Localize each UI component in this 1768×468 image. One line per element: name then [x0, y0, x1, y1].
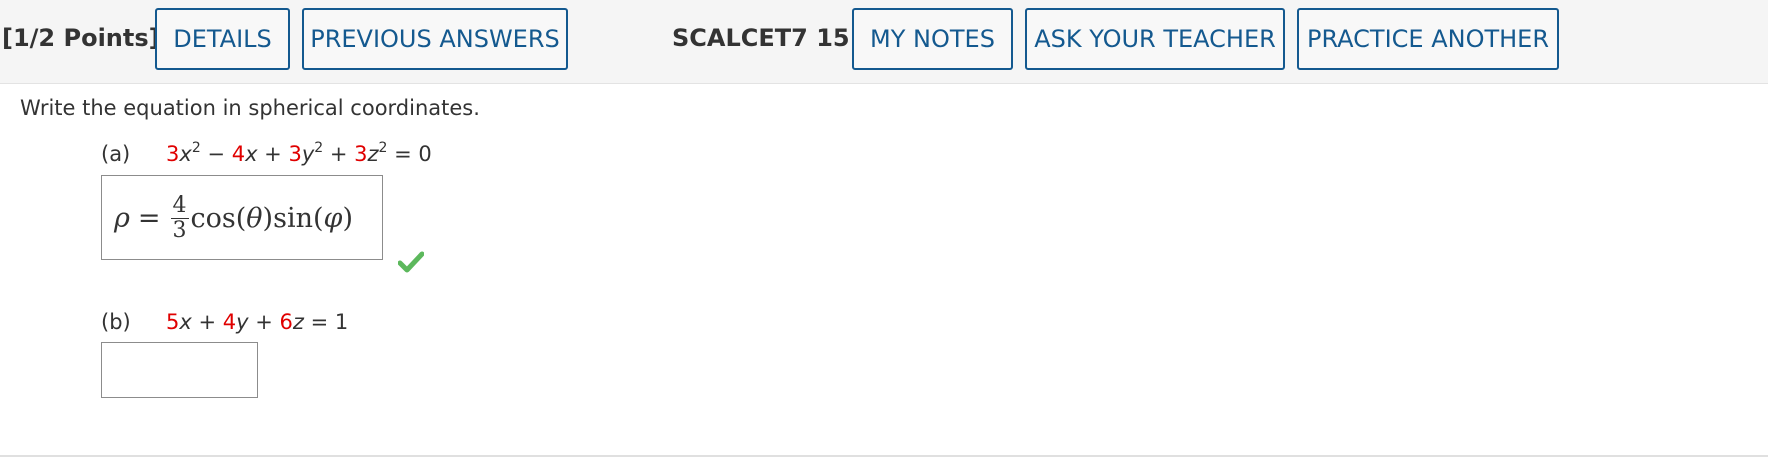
- checkmark-icon: [398, 251, 424, 273]
- part-a-answer-field[interactable]: ρ = 43 cos(θ) sin(φ): [101, 175, 383, 260]
- divider: [0, 455, 1768, 457]
- part-b-answer-field[interactable]: [101, 342, 258, 398]
- question-header: [1/2 Points] DETAILS PREVIOUS ANSWERS SC…: [0, 0, 1768, 84]
- details-button[interactable]: DETAILS: [155, 8, 290, 70]
- part-a-label: (a): [101, 142, 131, 166]
- ask-your-teacher-button[interactable]: ASK YOUR TEACHER: [1025, 8, 1285, 70]
- previous-answers-button[interactable]: PREVIOUS ANSWERS: [302, 8, 568, 70]
- part-a-answer-math: ρ = 43 cos(θ) sin(φ): [114, 192, 353, 243]
- question-instruction: Write the equation in spherical coordina…: [20, 96, 480, 120]
- fraction: 43: [170, 192, 189, 243]
- points-label: [1/2 Points]: [2, 24, 160, 52]
- my-notes-button[interactable]: MY NOTES: [852, 8, 1013, 70]
- part-b-equation: 5x + 4y + 6z = 1: [166, 310, 349, 334]
- part-a-equation: 3x2 − 4x + 3y2 + 3z2 = 0: [166, 140, 432, 166]
- practice-another-button[interactable]: PRACTICE ANOTHER: [1297, 8, 1559, 70]
- part-b-label: (b): [101, 310, 131, 334]
